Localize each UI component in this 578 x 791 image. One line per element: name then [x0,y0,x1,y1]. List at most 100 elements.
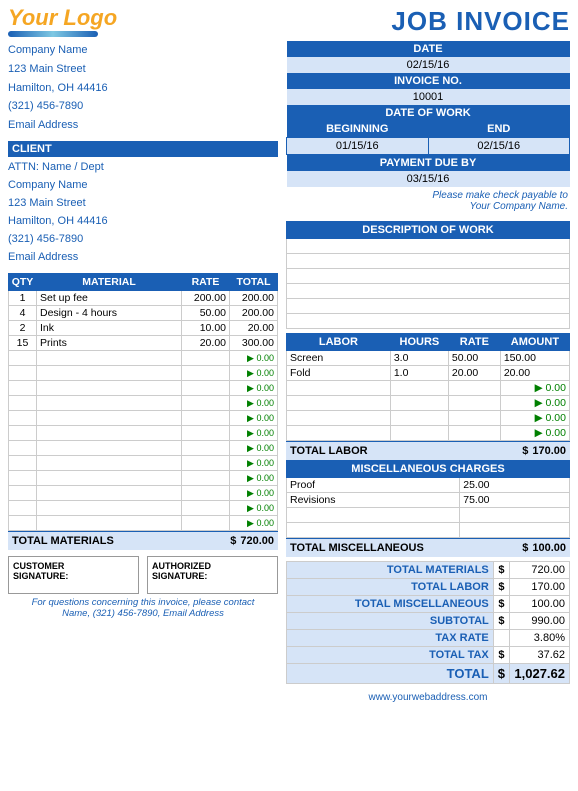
mat-row-rate [182,411,230,426]
mat-row-qty [9,516,37,531]
client-email: Email Address [8,248,278,266]
misc-row-amount [460,508,570,523]
col-left: Company Name 123 Main Street Hamilton, O… [8,41,278,703]
misc-row-amount: 25.00 [460,478,570,493]
website-footer: www.yourwebaddress.com [286,692,570,703]
beginning-label: BEGINNING [287,121,429,138]
total-labor-row: TOTAL LABOR $ 170.00 [286,441,570,460]
desc-row [287,314,570,329]
title-area: JOB INVOICE [391,6,570,37]
labor-col-labor: LABOR [287,334,391,351]
labor-row-amount: 20.00 [500,366,569,381]
mat-row-rate [182,516,230,531]
sig-area: CUSTOMER SIGNATURE: AUTHORIZED SIGNATURE… [8,556,278,594]
labor-row-labor [287,411,391,426]
mat-row-total: 200.00 [230,306,278,321]
sum-subtotal-label: SUBTOTAL [287,613,494,630]
total-materials-value: 720.00 [240,535,274,547]
mat-row-rate [182,426,230,441]
mat-row-total: ▶ 0.00 [230,396,278,411]
sum-total-misc-dollar: $ [493,596,509,613]
mat-row-rate [182,501,230,516]
company-name: Company Name [8,41,278,60]
client-address: 123 Main Street [8,194,278,212]
mat-row-total: ▶ 0.00 [230,411,278,426]
desc-row [287,284,570,299]
mat-row-rate [182,441,230,456]
labor-row-amount: 150.00 [500,351,569,366]
logo-area: Your Logo [8,6,117,37]
header: Your Logo JOB INVOICE [8,6,570,37]
mat-row-total: ▶ 0.00 [230,366,278,381]
labor-row-rate [448,411,500,426]
date-of-work-label: DATE OF WORK [287,105,570,121]
company-phone: (321) 456-7890 [8,97,278,116]
client-header: CLIENT [8,141,278,157]
client-phone: (321) 456-7890 [8,230,278,248]
logo-underline [8,31,98,37]
mat-row-total: ▶ 0.00 [230,351,278,366]
company-city: Hamilton, OH 44416 [8,79,278,98]
mat-row-material [37,516,182,531]
labor-col-hours: HOURS [390,334,448,351]
desc-row [287,269,570,284]
misc-row-desc [287,523,460,538]
footer-note: For questions concerning this invoice, p… [8,597,278,619]
mat-row-qty [9,456,37,471]
mat-row-material [37,486,182,501]
mat-row-qty: 2 [9,321,37,336]
mat-row-material: Design - 4 hours [37,306,182,321]
description-table: DESCRIPTION OF WORK [286,221,570,329]
mat-row-total: ▶ 0.00 [230,486,278,501]
main-cols: Company Name 123 Main Street Hamilton, O… [8,41,570,703]
mat-row-total: ▶ 0.00 [230,456,278,471]
total-misc-value: 100.00 [532,542,566,554]
mat-col-material: MATERIAL [37,274,182,291]
mat-row-material [37,366,182,381]
labor-row-hours [390,381,448,396]
labor-row-amount: ▶ 0.00 [500,396,569,411]
mat-row-total: 20.00 [230,321,278,336]
authorized-sig-label: AUTHORIZED SIGNATURE: [152,561,273,581]
mat-row-rate [182,486,230,501]
sum-total-value: 1,027.62 [510,664,570,684]
payment-due-value: 03/15/16 [287,171,570,187]
mat-row-material [37,426,182,441]
sum-total-tax-dollar: $ [493,647,509,664]
materials-table: QTY MATERIAL RATE TOTAL 1 Set up fee 200… [8,273,278,531]
end-value: 02/15/16 [428,138,570,155]
mat-row-rate [182,381,230,396]
sum-total-misc-label: TOTAL MISCELLANEOUS [287,596,494,613]
mat-row-material [37,471,182,486]
client-city: Hamilton, OH 44416 [8,212,278,230]
misc-row-desc: Revisions [287,493,460,508]
mat-row-qty: 4 [9,306,37,321]
total-materials-label: TOTAL MATERIALS [12,535,114,547]
mat-row-material [37,456,182,471]
sum-total-materials-value: 720.00 [510,562,570,579]
labor-row-labor: Screen [287,351,391,366]
client-name: Company Name [8,176,278,194]
sum-total-materials-dollar: $ [493,562,509,579]
sum-total-tax-value: 37.62 [510,647,570,664]
summary-table: TOTAL MATERIALS $ 720.00 TOTAL LABOR $ 1… [286,561,570,684]
labor-row-rate [448,396,500,411]
mat-row-qty: 1 [9,291,37,306]
labor-col-amount: AMOUNT [500,334,569,351]
mat-row-rate: 50.00 [182,306,230,321]
mat-row-qty [9,426,37,441]
mat-row-material [37,381,182,396]
mat-row-total: ▶ 0.00 [230,381,278,396]
mat-row-material [37,396,182,411]
total-materials-dollar: $ [230,535,236,547]
mat-row-rate: 20.00 [182,336,230,351]
mat-row-material [37,501,182,516]
website: www.yourwebaddress.com [369,692,488,703]
mat-row-qty [9,366,37,381]
labor-row-rate: 50.00 [448,351,500,366]
total-misc-label: TOTAL MISCELLANEOUS [290,542,424,554]
mat-row-total: ▶ 0.00 [230,426,278,441]
beginning-value: 01/15/16 [287,138,429,155]
labor-row-labor: Fold [287,366,391,381]
labor-row-rate: 20.00 [448,366,500,381]
